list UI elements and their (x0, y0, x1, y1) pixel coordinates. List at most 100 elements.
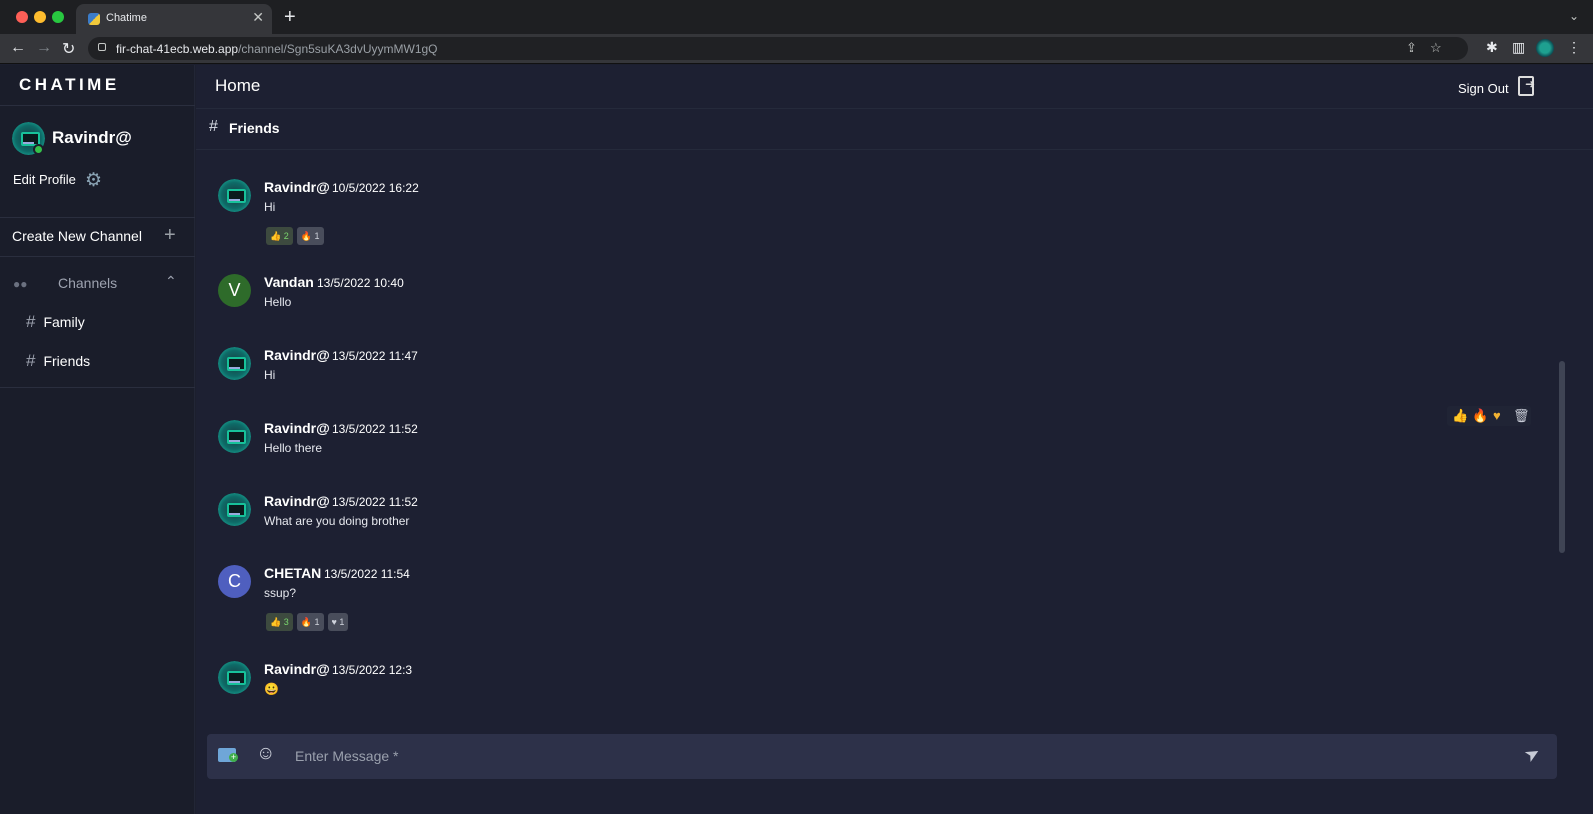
extensions-icon[interactable]: ✱ (1486, 39, 1498, 56)
avatar[interactable] (218, 179, 251, 212)
browser-toolbar: ← → ↻ fir-chat-41ecb.web.app/channel/Sgn… (0, 34, 1593, 64)
fire-icon: 🔥 (300, 617, 312, 627)
chat-main: Home Sign Out # Friends Ravindr@ 10/5/20… (196, 65, 1593, 814)
brand-logo: CHATIME (19, 75, 120, 94)
channel-label: Family (43, 314, 85, 330)
add-image-icon[interactable] (218, 748, 238, 762)
avatar[interactable]: C (218, 565, 251, 598)
message-input[interactable] (295, 742, 1495, 770)
reaction-thumbs-up[interactable]: 👍 2 (266, 227, 293, 245)
sidebar-item-friends[interactable]: # Friends (26, 351, 90, 371)
tab-title: Chatime (106, 12, 147, 24)
hash-icon: # (26, 312, 36, 331)
message-timestamp: 13/5/2022 11:47 (332, 349, 418, 363)
share-icon[interactable]: ⇪ (1406, 40, 1417, 56)
profile-avatar[interactable] (1536, 39, 1554, 57)
back-icon[interactable]: ← (10, 39, 26, 57)
fire-icon: 🔥 (300, 231, 312, 241)
divider (0, 217, 195, 218)
sidebar-item-family[interactable]: # Family (26, 312, 85, 332)
avatar[interactable] (218, 347, 251, 380)
message-text: Hi (264, 368, 276, 382)
message-author[interactable]: Ravindr@ (264, 420, 330, 436)
browser-menu-icon[interactable]: ⋮ (1567, 39, 1581, 56)
message-timestamp: 10/5/2022 16:22 (332, 181, 419, 195)
message-composer: ☺ ➤ (207, 734, 1557, 779)
chevron-up-icon[interactable]: ⌃ (165, 273, 177, 290)
logout-icon[interactable] (1518, 76, 1535, 96)
address-bar[interactable]: fir-chat-41ecb.web.app/channel/Sgn5suKA3… (88, 37, 1468, 60)
message-text: Hello (264, 295, 292, 309)
lock-icon (98, 43, 106, 51)
thumbs-up-icon: 👍 (270, 617, 282, 627)
gear-icon[interactable]: ⚙ (85, 169, 102, 192)
trash-icon[interactable]: 🗑 (1513, 408, 1530, 424)
create-channel-button[interactable]: Create New Channel (12, 228, 142, 244)
message-text: ssup? (264, 586, 297, 600)
scrollbar-thumb[interactable] (1559, 361, 1565, 553)
reload-icon[interactable]: ↻ (62, 39, 75, 59)
close-tab-icon[interactable]: ✕ (252, 9, 264, 26)
avatar[interactable] (218, 493, 251, 526)
page-title: Home (215, 76, 261, 95)
message-text: What are you doing brother (264, 514, 410, 528)
online-status-dot (33, 144, 44, 155)
divider (0, 105, 195, 106)
divider (0, 256, 195, 257)
avatar[interactable]: V (218, 274, 251, 307)
message-author[interactable]: Ravindr@ (264, 179, 330, 195)
message-timestamp: 13/5/2022 10:40 (317, 276, 404, 290)
reaction-thumbs-up[interactable]: 👍 3 (266, 613, 293, 631)
hash-icon: # (26, 351, 36, 370)
reactions: 👍 2 🔥 1 (266, 226, 328, 245)
message-text: Hi (264, 200, 276, 214)
message-author[interactable]: Vandan (264, 274, 314, 290)
message-timestamp: 13/5/2022 11:54 (324, 567, 410, 581)
message-author[interactable]: Ravindr@ (264, 493, 330, 509)
close-window-button[interactable] (16, 11, 28, 23)
fire-icon[interactable]: 🔥 (1472, 408, 1488, 424)
emoji-icon[interactable]: ☺ (256, 743, 275, 765)
divider (0, 387, 195, 388)
heart-icon: ♥ (331, 617, 337, 627)
reaction-fire[interactable]: 🔥 1 (296, 227, 324, 245)
browser-tab-strip: Chatime ✕ + ⌄ (0, 0, 1593, 34)
url-text: fir-chat-41ecb.web.app/channel/Sgn5suKA3… (116, 42, 438, 56)
edit-profile-link[interactable]: Edit Profile (13, 172, 76, 187)
plus-icon[interactable]: + (164, 224, 176, 247)
avatar[interactable] (218, 661, 251, 694)
browser-tab[interactable]: Chatime ✕ (76, 4, 272, 34)
message-text: Hello there (264, 441, 323, 455)
message-author[interactable]: Ravindr@ (264, 347, 330, 363)
avatar[interactable] (218, 420, 251, 453)
message-actions-toolbar: 👍 🔥 ♥ 🗑 (1447, 406, 1531, 426)
bookmark-star-icon[interactable]: ☆ (1430, 40, 1442, 56)
channel-label: Friends (43, 353, 91, 369)
hash-icon: # (209, 118, 218, 135)
message-author[interactable]: Ravindr@ (264, 661, 330, 677)
send-icon[interactable]: ➤ (1521, 742, 1545, 768)
python-favicon-icon (88, 13, 100, 25)
channel-title: Friends (229, 120, 280, 136)
maximize-window-button[interactable] (52, 11, 64, 23)
reaction-fire[interactable]: 🔥 1 (296, 613, 324, 631)
side-panel-icon[interactable]: ▥ (1512, 39, 1525, 56)
new-tab-button[interactable]: + (284, 6, 296, 29)
forward-icon[interactable]: → (36, 39, 52, 57)
top-bar: Home Sign Out (196, 65, 1593, 109)
message-author[interactable]: CHETAN (264, 565, 321, 581)
thumbs-up-icon[interactable]: 👍 (1452, 408, 1468, 424)
group-icon: ●● (13, 277, 28, 291)
message-timestamp: 13/5/2022 11:52 (332, 495, 418, 509)
channel-header: # Friends (196, 110, 1593, 150)
sign-out-button[interactable]: Sign Out (1458, 81, 1509, 96)
channels-section-label[interactable]: Channels (58, 275, 117, 291)
message-timestamp: 13/5/2022 11:52 (332, 422, 418, 436)
message-timestamp: 13/5/2022 12:3 (332, 663, 413, 677)
tab-list-chevron-icon[interactable]: ⌄ (1569, 9, 1579, 23)
minimize-window-button[interactable] (34, 11, 46, 23)
heart-icon[interactable]: ♥ (1493, 408, 1501, 423)
reaction-heart[interactable]: ♥ 1 (327, 613, 349, 631)
sidebar: CHATIME Ravindr@ Edit Profile ⚙ Create N… (0, 65, 195, 814)
user-name: Ravindr@ (52, 128, 132, 147)
